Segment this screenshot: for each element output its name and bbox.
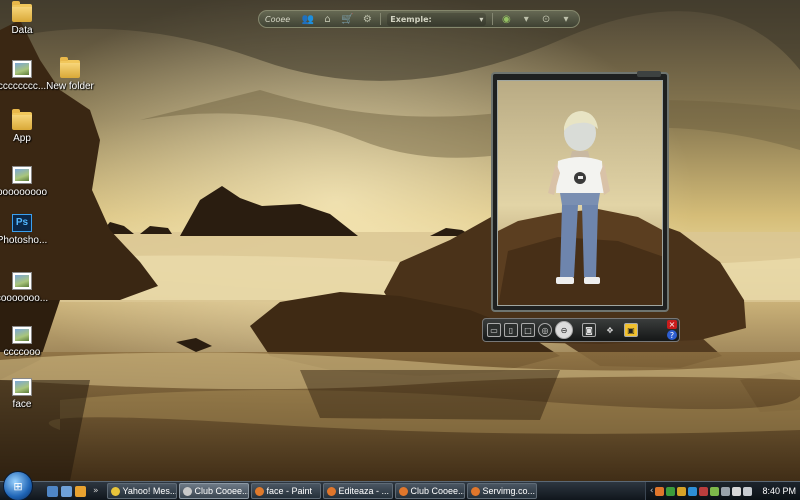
close-icon[interactable]: × [667, 320, 677, 329]
avatar-viewport [497, 80, 663, 306]
taskbar-button-label: Club Cooee... [410, 486, 465, 496]
show-desktop-icon[interactable] [47, 485, 58, 497]
taskbar-button-label: Editeaza - ... [338, 486, 390, 496]
chevron-down-icon[interactable]: ▾ [519, 13, 533, 25]
switch-windows-icon[interactable] [61, 485, 72, 497]
desktop-icon-label: ccccooo [3, 347, 41, 358]
desktop-icon-new-folder[interactable]: New folder [42, 57, 98, 92]
desktop-wallpaper [0, 0, 800, 481]
desktop-icon-data[interactable]: Data [0, 1, 50, 36]
help-icon[interactable]: ⊙ [539, 13, 553, 25]
people-icon[interactable]: 👥 [301, 13, 315, 25]
taskbar-button-label: Club Cooee... [194, 486, 249, 496]
search-input[interactable]: Exemple: ▾ [387, 12, 487, 26]
app-icon [470, 486, 480, 496]
system-tray: ‹ 8:40 PM [644, 482, 800, 500]
avatar-widget[interactable] [491, 71, 669, 312]
app-icon [110, 486, 120, 496]
taskbar-button-label: face - Paint [266, 486, 313, 496]
tray-icon[interactable] [710, 486, 720, 496]
camera-icon[interactable]: ◙ [582, 323, 596, 337]
home-icon[interactable]: ⌂ [321, 13, 335, 25]
chevron-left-icon[interactable]: ‹ [650, 486, 654, 496]
arrows-icon[interactable]: ✥ [603, 323, 617, 337]
desktop-icon-label: Photosho... [0, 235, 48, 246]
picture-icon [12, 272, 32, 290]
tray-icon[interactable] [666, 486, 676, 496]
desktop-icon-picture[interactable]: ooooooooo [0, 166, 50, 198]
toolbar-divider [492, 13, 494, 25]
chevron-down-icon[interactable]: ▾ [559, 13, 573, 25]
tray-icon[interactable] [721, 486, 731, 496]
taskbar-button[interactable]: Club Cooee... [394, 483, 465, 499]
desktop-icon-picture[interactable]: cooooooo... [0, 272, 50, 304]
gear-icon[interactable]: ⚙ [360, 13, 374, 25]
picture-icon [12, 60, 32, 78]
picture-icon [12, 326, 32, 344]
chevron-right-icon[interactable]: » [93, 486, 99, 496]
zoom-icon[interactable]: ⊖ [555, 321, 573, 339]
clock[interactable]: 8:40 PM [762, 486, 796, 496]
desktop-icon-label: New folder [46, 81, 94, 92]
tray-icon[interactable] [677, 486, 687, 496]
quick-launch: » [47, 485, 99, 497]
widget-drag-handle[interactable] [637, 71, 661, 77]
taskbar-button[interactable]: Yahoo! Mes... [106, 483, 177, 499]
avatar-scene [498, 81, 662, 305]
desktop-icon-picture[interactable]: ccccooo [0, 326, 50, 358]
screen-icon[interactable]: □ [521, 323, 535, 337]
desktop-icon-photoshop[interactable]: Ps Photosho... [0, 214, 50, 246]
avatar-widget-toolbar: ▭ ▯ □ ◎ ⊖ ◙ ✥ ▣ × ? [482, 318, 680, 342]
app-icon [398, 486, 408, 496]
picture-icon [12, 166, 32, 184]
photoshop-icon: Ps [12, 214, 32, 232]
desktop-icon-label: Data [11, 25, 33, 36]
app-icon [182, 486, 192, 496]
desktop-icon-app[interactable]: App [0, 109, 50, 144]
taskbar-buttons: Yahoo! Mes... Club Cooee... face - Paint… [106, 483, 537, 499]
tray-icon[interactable] [732, 486, 742, 496]
tray-icon[interactable] [699, 486, 709, 496]
shop-icon[interactable]: 🛒 [341, 13, 355, 25]
taskbar-button[interactable]: Servimg.co... [466, 483, 537, 499]
start-button[interactable]: ⊞ [3, 471, 33, 500]
taskbar-button[interactable]: Club Cooee... [178, 483, 249, 499]
screen-icon[interactable]: ▯ [504, 323, 518, 337]
globe-icon[interactable]: ◎ [538, 323, 552, 337]
app-icon [254, 486, 264, 496]
gallery-icon[interactable]: ▣ [624, 323, 638, 337]
help-icon[interactable]: ? [667, 330, 677, 340]
chevron-down-icon[interactable]: ▾ [479, 15, 483, 24]
taskbar: ⊞ » Yahoo! Mes... Club Cooee... face - P… [0, 471, 800, 500]
desktop-icon-label: App [13, 133, 31, 144]
app-icon [326, 486, 336, 496]
folder-icon [12, 1, 32, 22]
taskbar-button[interactable]: face - Paint [250, 483, 321, 499]
desktop-icon-label: face [12, 399, 32, 410]
volume-icon[interactable] [743, 486, 753, 496]
picture-icon [12, 378, 32, 396]
taskbar-button-label: Yahoo! Mes... [122, 486, 177, 496]
folder-icon [60, 57, 80, 78]
tray-icon[interactable] [655, 486, 665, 496]
toolbar-divider [380, 13, 382, 25]
taskbar-button[interactable]: Editeaza - ... [322, 483, 393, 499]
cooee-toolbar: Cooee 👥 ⌂ 🛒 ⚙ Exemple: ▾ ◉ ▾ ⊙ ▾ [258, 10, 580, 28]
taskbar-button-label: Servimg.co... [482, 486, 536, 496]
screen-icon[interactable]: ▭ [487, 323, 501, 337]
cooee-logo[interactable]: Cooee [265, 15, 295, 24]
desktop-icon-face[interactable]: face [0, 378, 50, 410]
tray-icon[interactable] [688, 486, 698, 496]
desktop-icon-label: cooooooo... [0, 293, 49, 304]
desktop-icon-label: ooooooooo [0, 187, 48, 198]
folder-icon [12, 109, 32, 130]
search-placeholder: Exemple: [390, 14, 432, 24]
status-icon[interactable]: ◉ [499, 13, 513, 25]
media-player-icon[interactable] [75, 485, 86, 497]
